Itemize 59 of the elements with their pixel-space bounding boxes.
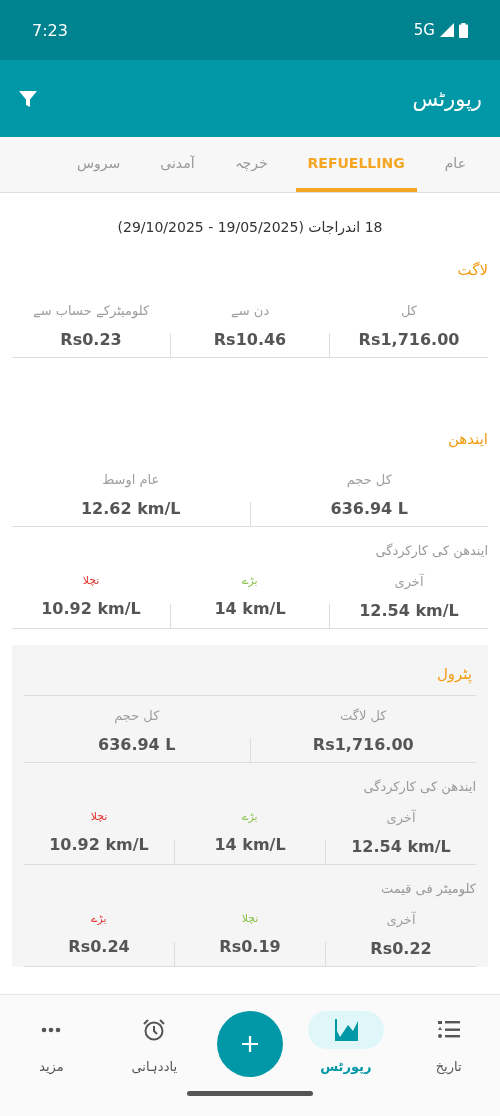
stat-label: بڑے [242,574,258,587]
tab[interactable]: سروس [64,137,133,192]
tab[interactable]: عام [432,137,478,192]
stat-label: عام اوسط [102,472,160,487]
app-title: رپورٹس [412,86,482,111]
stat-label: نچلا [241,912,259,925]
nav-item[interactable]: یاددہانی [114,1010,195,1074]
stat-value: Rs0.24 [68,937,130,956]
tab[interactable]: آمدنی [148,137,207,192]
tab[interactable]: REFUELLING [295,137,417,192]
stat-label: کل لاگت [340,708,387,723]
stat-value: Rs0.19 [219,937,281,956]
filter-button[interactable] [18,88,38,109]
chart-icon [333,1018,358,1041]
stat-value: 14 km/L [214,835,286,854]
tab[interactable]: خرچہ [222,137,280,192]
stat-label: نچلا [90,810,108,823]
stat-value: 10.92 km/L [41,599,141,618]
status-time: 7:23 [32,20,68,40]
plus-icon [240,1034,260,1054]
stat-value: 636.94 L [330,499,408,518]
stat-value: 12.54 km/L [359,601,459,620]
entries-summary: 18 اندراجات (19/05/2025 - 29/10/2025) [116,218,384,238]
stat-value: 12.62 km/L [81,499,181,518]
stat-label: آخری [394,574,424,589]
stat-label: کلومیٹرکے حساب سے [32,303,150,318]
stat-value: Rs10.46 [213,330,287,349]
group-heading: ایندھن کی کارکردگی [362,778,476,797]
list-icon [437,1019,460,1040]
stat-label: کل حجم [346,472,392,487]
stat-value: 14 km/L [214,599,286,618]
group-heading: کلومیٹر فی قیمت [380,880,476,899]
battery-icon [459,22,468,38]
stat-value: Rs1,716.00 [312,735,414,754]
stat-label: نچلا [82,574,100,587]
more-icon [41,1026,62,1033]
stat-value: 636.94 L [98,735,176,754]
filter-icon [18,88,38,109]
network-type: 5G [413,21,435,39]
group-heading: ایندھن کی کارکردگی [374,542,488,561]
stat-value: Rs0.22 [370,939,432,958]
stat-value: Rs0.23 [60,330,122,349]
stat-value: Rs1,716.00 [358,330,460,349]
stat-label: کل [401,303,418,318]
stat-value: 12.54 km/L [351,837,451,856]
signal-icon [440,23,454,37]
section-title: لاگت [456,260,488,281]
section-title: پٹرول [24,645,476,696]
stat-label: آخری [386,912,416,927]
stat-label: دن سے [230,303,270,318]
nav-item[interactable]: مزید [11,1010,92,1074]
alarm-clock-icon [142,1017,167,1042]
stat-label: کل حجم [114,708,160,723]
stat-label: بڑے [91,912,107,925]
stat-value: 10.92 km/L [49,835,149,854]
stat-label: آخری [386,810,416,825]
section-title: ایندھن [446,429,488,450]
nav-item[interactable]: تاریخ [408,1010,489,1074]
stat-label: بڑے [242,810,258,823]
